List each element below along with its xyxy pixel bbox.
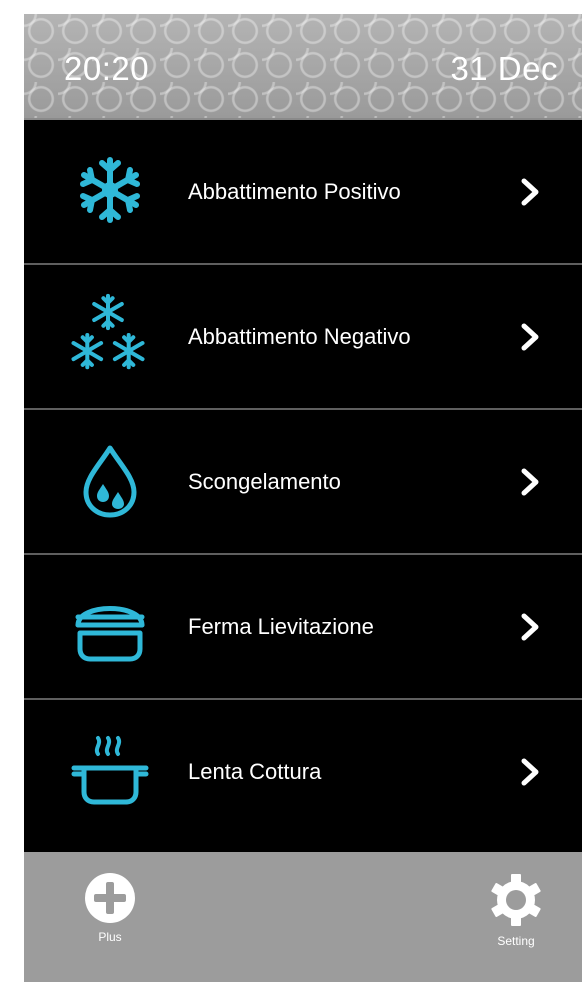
menu-item-scongelamento[interactable]: Scongelamento [24, 410, 582, 555]
app-screen: 20:20 31 Dec Abbattimento Positivo Abbat… [24, 14, 582, 982]
menu-item-label: Ferma Lievitazione [188, 614, 374, 639]
menu-item-lenta-cottura[interactable]: Lenta Cottura [24, 700, 582, 845]
chevron-right-icon [521, 758, 539, 786]
plus-icon [85, 873, 135, 923]
setting-caption: Setting [497, 934, 535, 948]
program-menu: Abbattimento Positivo Abbattimento Negat… [24, 120, 582, 845]
cooking-pot-icon [71, 736, 149, 805]
status-header: 20:20 31 Dec [24, 14, 582, 120]
menu-item-label: Abbattimento Negativo [188, 324, 411, 349]
menu-item-label: Scongelamento [188, 469, 341, 494]
chevron-right-icon [521, 178, 539, 206]
water-drop-icon [83, 445, 137, 518]
chevron-right-icon [521, 323, 539, 351]
bottom-toolbar: Plus Setting [24, 852, 582, 982]
setting-button[interactable]: Setting [476, 872, 556, 948]
plus-caption: Plus [98, 930, 122, 944]
gear-icon [491, 874, 541, 926]
clock-time: 20:20 [64, 50, 150, 87]
triple-snowflake-icon [62, 289, 154, 381]
menu-item-label: Abbattimento Positivo [188, 179, 401, 204]
menu-item-label: Lenta Cottura [188, 759, 322, 784]
menu-item-abbattimento-positivo[interactable]: Abbattimento Positivo [24, 120, 582, 265]
chevron-right-icon [521, 613, 539, 641]
dough-bowl-icon [75, 606, 145, 662]
snowflake-icon [80, 157, 140, 223]
plus-button[interactable]: Plus [70, 872, 150, 944]
menu-item-ferma-lievitazione[interactable]: Ferma Lievitazione [24, 555, 582, 700]
chevron-right-icon [521, 468, 539, 496]
menu-item-abbattimento-negativo[interactable]: Abbattimento Negativo [24, 265, 582, 410]
clock-date: 31 Dec [450, 50, 558, 87]
